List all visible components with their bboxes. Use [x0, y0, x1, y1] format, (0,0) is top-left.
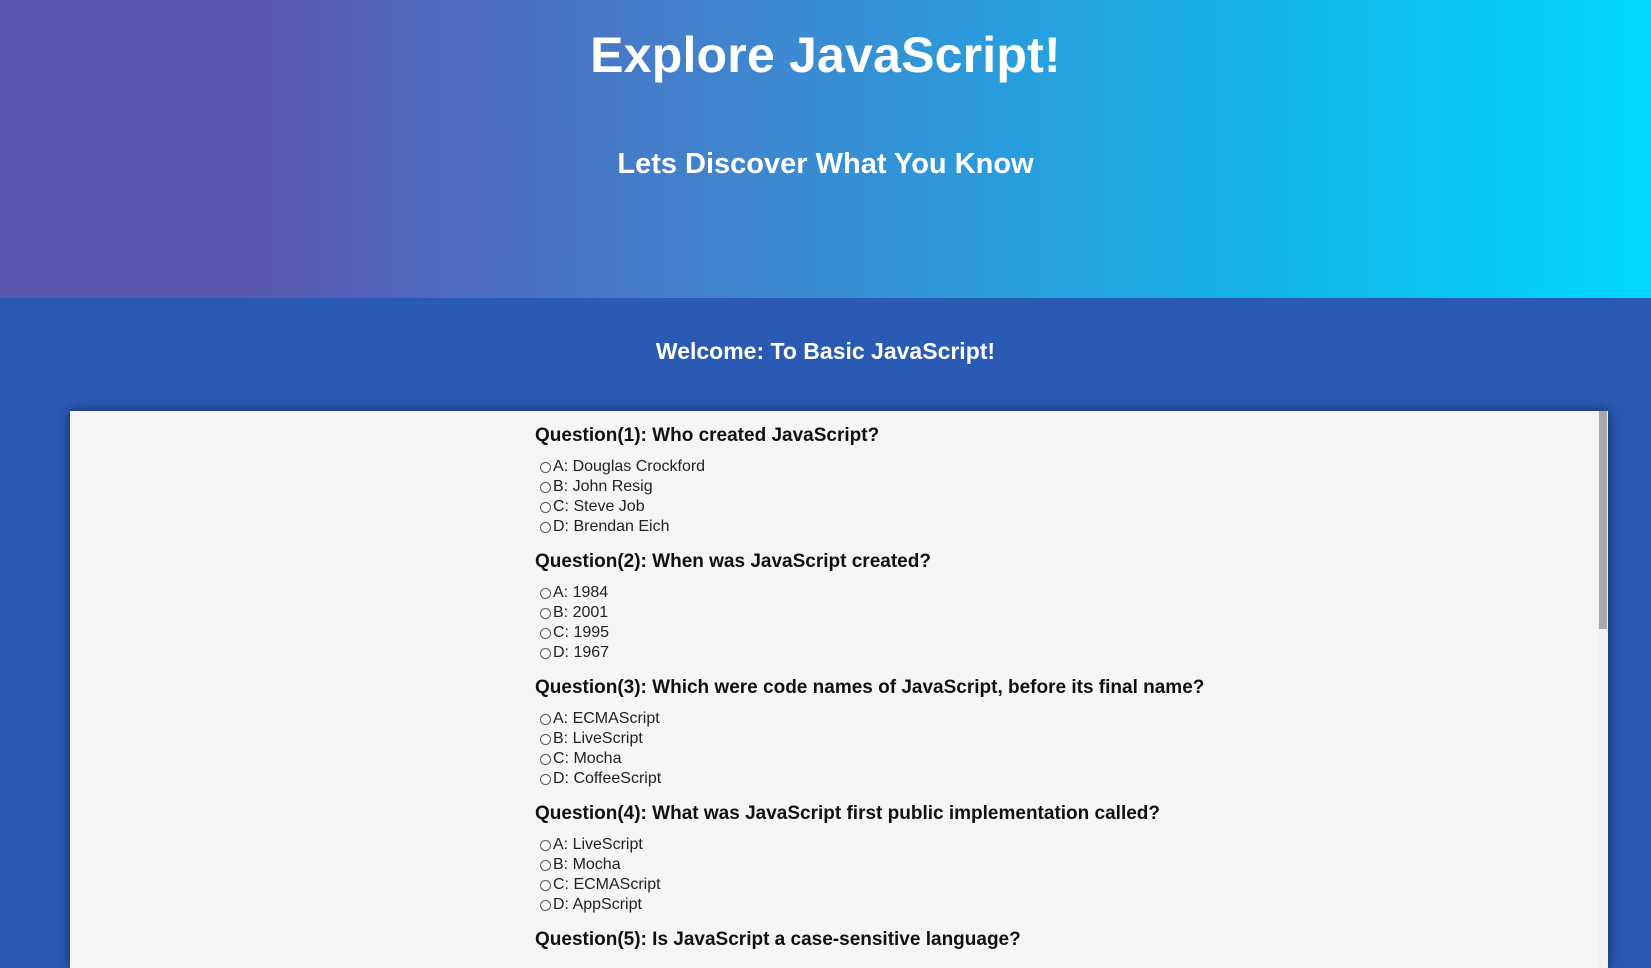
- question-title: Question(1): Who created JavaScript?: [535, 425, 880, 446]
- answer-option[interactable]: A: Douglas Crockford: [535, 457, 1435, 477]
- answer-label: B: LiveScript: [553, 730, 643, 747]
- answer-label: D: AppScript: [553, 896, 642, 913]
- answer-option[interactable]: D: 1967: [535, 643, 1435, 663]
- answer-option[interactable]: A: ECMAScript: [535, 709, 1435, 729]
- quiz-panel[interactable]: Question(1): Who created JavaScript? A: …: [70, 411, 1608, 968]
- page-subtitle: Lets Discover What You Know: [617, 148, 1034, 180]
- answer-option[interactable]: B: LiveScript: [535, 729, 1435, 749]
- question-4: Question(4): What was JavaScript first p…: [535, 803, 1435, 915]
- scrollbar-thumb[interactable]: [1599, 411, 1607, 629]
- quiz-list: Question(1): Who created JavaScript? A: …: [535, 425, 1435, 965]
- answer-label: C: ECMAScript: [553, 876, 661, 893]
- question-title: Question(3): Which were code names of Ja…: [535, 677, 1205, 698]
- answer-label: D: Brendan Eich: [553, 518, 670, 535]
- answer-option[interactable]: B: Mocha: [535, 855, 1435, 875]
- answer-option[interactable]: A: LiveScript: [535, 835, 1435, 855]
- radio-button[interactable]: [540, 647, 551, 659]
- answer-label: D: CoffeeScript: [553, 770, 662, 787]
- question-title: Question(2): When was JavaScript created…: [535, 551, 931, 572]
- radio-button[interactable]: [540, 521, 551, 533]
- radio-button[interactable]: [540, 899, 551, 911]
- answer-label: A: 1984: [553, 584, 609, 601]
- question-title: Question(4): What was JavaScript first p…: [535, 803, 1161, 824]
- answer-label: C: Steve Job: [553, 498, 645, 515]
- answer-option[interactable]: D: AppScript: [535, 895, 1435, 915]
- radio-button[interactable]: [540, 879, 551, 891]
- answer-option[interactable]: D: CoffeeScript: [535, 769, 1435, 789]
- question-3: Question(3): Which were code names of Ja…: [535, 677, 1435, 789]
- radio-button[interactable]: [540, 607, 551, 619]
- radio-button[interactable]: [540, 481, 551, 493]
- question-1: Question(1): Who created JavaScript? A: …: [535, 425, 1435, 537]
- answer-label: C: 1995: [553, 624, 610, 641]
- question-title: Question(5): Is JavaScript a case-sensit…: [535, 929, 1021, 950]
- page-title: Explore JavaScript!: [590, 27, 1061, 83]
- radio-button[interactable]: [540, 839, 551, 851]
- radio-button[interactable]: [540, 461, 551, 473]
- answer-option[interactable]: D: Brendan Eich: [535, 517, 1435, 537]
- answer-label: A: LiveScript: [553, 836, 643, 853]
- answer-option[interactable]: B: John Resig: [535, 477, 1435, 497]
- scrollbar-track[interactable]: [1598, 411, 1608, 968]
- answer-label: B: 2001: [553, 604, 609, 621]
- radio-button[interactable]: [540, 773, 551, 785]
- radio-button[interactable]: [540, 713, 551, 725]
- answer-label: B: John Resig: [553, 478, 653, 495]
- answer-label: A: ECMAScript: [553, 710, 660, 727]
- answer-option[interactable]: C: ECMAScript: [535, 875, 1435, 895]
- radio-button[interactable]: [540, 587, 551, 599]
- answer-label: A: Douglas Crockford: [553, 458, 706, 475]
- answer-option[interactable]: B: 2001: [535, 603, 1435, 623]
- answer-label: C: Mocha: [553, 750, 622, 767]
- answer-option[interactable]: A: 1984: [535, 583, 1435, 603]
- radio-button[interactable]: [540, 859, 551, 871]
- radio-button[interactable]: [540, 733, 551, 745]
- answer-option[interactable]: C: 1995: [535, 623, 1435, 643]
- answer-label: B: Mocha: [553, 856, 621, 873]
- radio-button[interactable]: [540, 753, 551, 765]
- radio-button[interactable]: [540, 627, 551, 639]
- answer-label: D: 1967: [553, 644, 610, 661]
- radio-button[interactable]: [540, 501, 551, 513]
- question-5: Question(5): Is JavaScript a case-sensit…: [535, 929, 1435, 951]
- answer-option[interactable]: C: Mocha: [535, 749, 1435, 769]
- question-2: Question(2): When was JavaScript created…: [535, 551, 1435, 663]
- welcome-heading: Welcome: To Basic JavaScript!: [655, 338, 996, 364]
- answer-option[interactable]: C: Steve Job: [535, 497, 1435, 517]
- hero-banner: Explore JavaScript! Lets Discover What Y…: [0, 0, 1651, 298]
